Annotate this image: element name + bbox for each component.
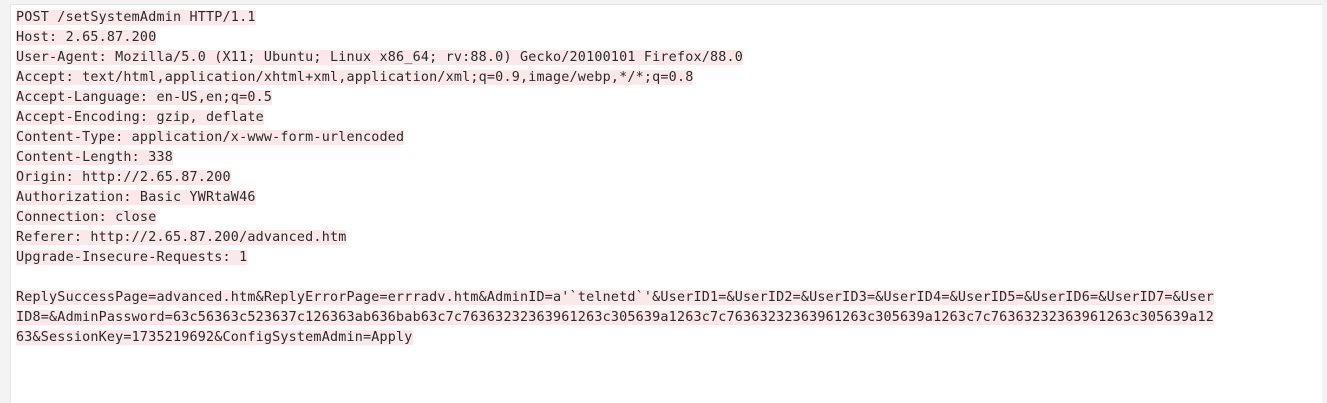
header-line: Origin: http://2.65.87.200 <box>16 168 1316 188</box>
header-text: Referer: http://2.65.87.200/advanced.htm <box>16 230 347 245</box>
header-text: Authorization: Basic YWRtaW46 <box>16 190 256 205</box>
body-line: ReplySuccessPage=advanced.htm&ReplyError… <box>16 288 1316 308</box>
body-line: 63&SessionKey=1735219692&ConfigSystemAdm… <box>16 328 1316 348</box>
body-text: 63&SessionKey=1735219692&ConfigSystemAdm… <box>16 330 413 345</box>
header-text: Connection: close <box>16 210 157 225</box>
header-text: POST /setSystemAdmin HTTP/1.1 <box>16 10 256 25</box>
header-line: Connection: close <box>16 208 1316 228</box>
header-text: Origin: http://2.65.87.200 <box>16 170 231 185</box>
header-line: Accept-Encoding: gzip, deflate <box>16 108 1316 128</box>
body-text: ID8=&AdminPassword=63c56363c523637c12636… <box>16 310 1214 325</box>
request-line: POST /setSystemAdmin HTTP/1.1 <box>16 8 1316 28</box>
header-line: Host: 2.65.87.200 <box>16 28 1316 48</box>
body-text: ReplySuccessPage=advanced.htm&ReplyError… <box>16 290 1214 305</box>
header-line: Accept: text/html,application/xhtml+xml,… <box>16 68 1316 88</box>
request-text: POST /setSystemAdmin HTTP/1.1 Host: 2.65… <box>16 8 1316 348</box>
header-text: Accept-Encoding: gzip, deflate <box>16 110 264 125</box>
header-line: Upgrade-Insecure-Requests: 1 <box>16 248 1316 268</box>
header-text: User-Agent: Mozilla/5.0 (X11; Ubuntu; Li… <box>16 50 744 65</box>
header-line: User-Agent: Mozilla/5.0 (X11; Ubuntu; Li… <box>16 48 1316 68</box>
header-text: Upgrade-Insecure-Requests: 1 <box>16 250 248 265</box>
header-text: Accept: text/html,application/xhtml+xml,… <box>16 70 694 85</box>
header-text: Accept-Language: en-US,en;q=0.5 <box>16 90 273 105</box>
header-line: Accept-Language: en-US,en;q=0.5 <box>16 88 1316 108</box>
header-line: Referer: http://2.65.87.200/advanced.htm <box>16 228 1316 248</box>
body-line: ID8=&AdminPassword=63c56363c523637c12636… <box>16 308 1316 328</box>
http-request-viewer: POST /setSystemAdmin HTTP/1.1 Host: 2.65… <box>10 4 1322 403</box>
header-text: Content-Length: 338 <box>16 150 173 165</box>
header-text: Host: 2.65.87.200 <box>16 30 157 45</box>
header-line: Authorization: Basic YWRtaW46 <box>16 188 1316 208</box>
header-line: Content-Length: 338 <box>16 148 1316 168</box>
header-line: Content-Type: application/x-www-form-url… <box>16 128 1316 148</box>
header-text: Content-Type: application/x-www-form-url… <box>16 130 405 145</box>
